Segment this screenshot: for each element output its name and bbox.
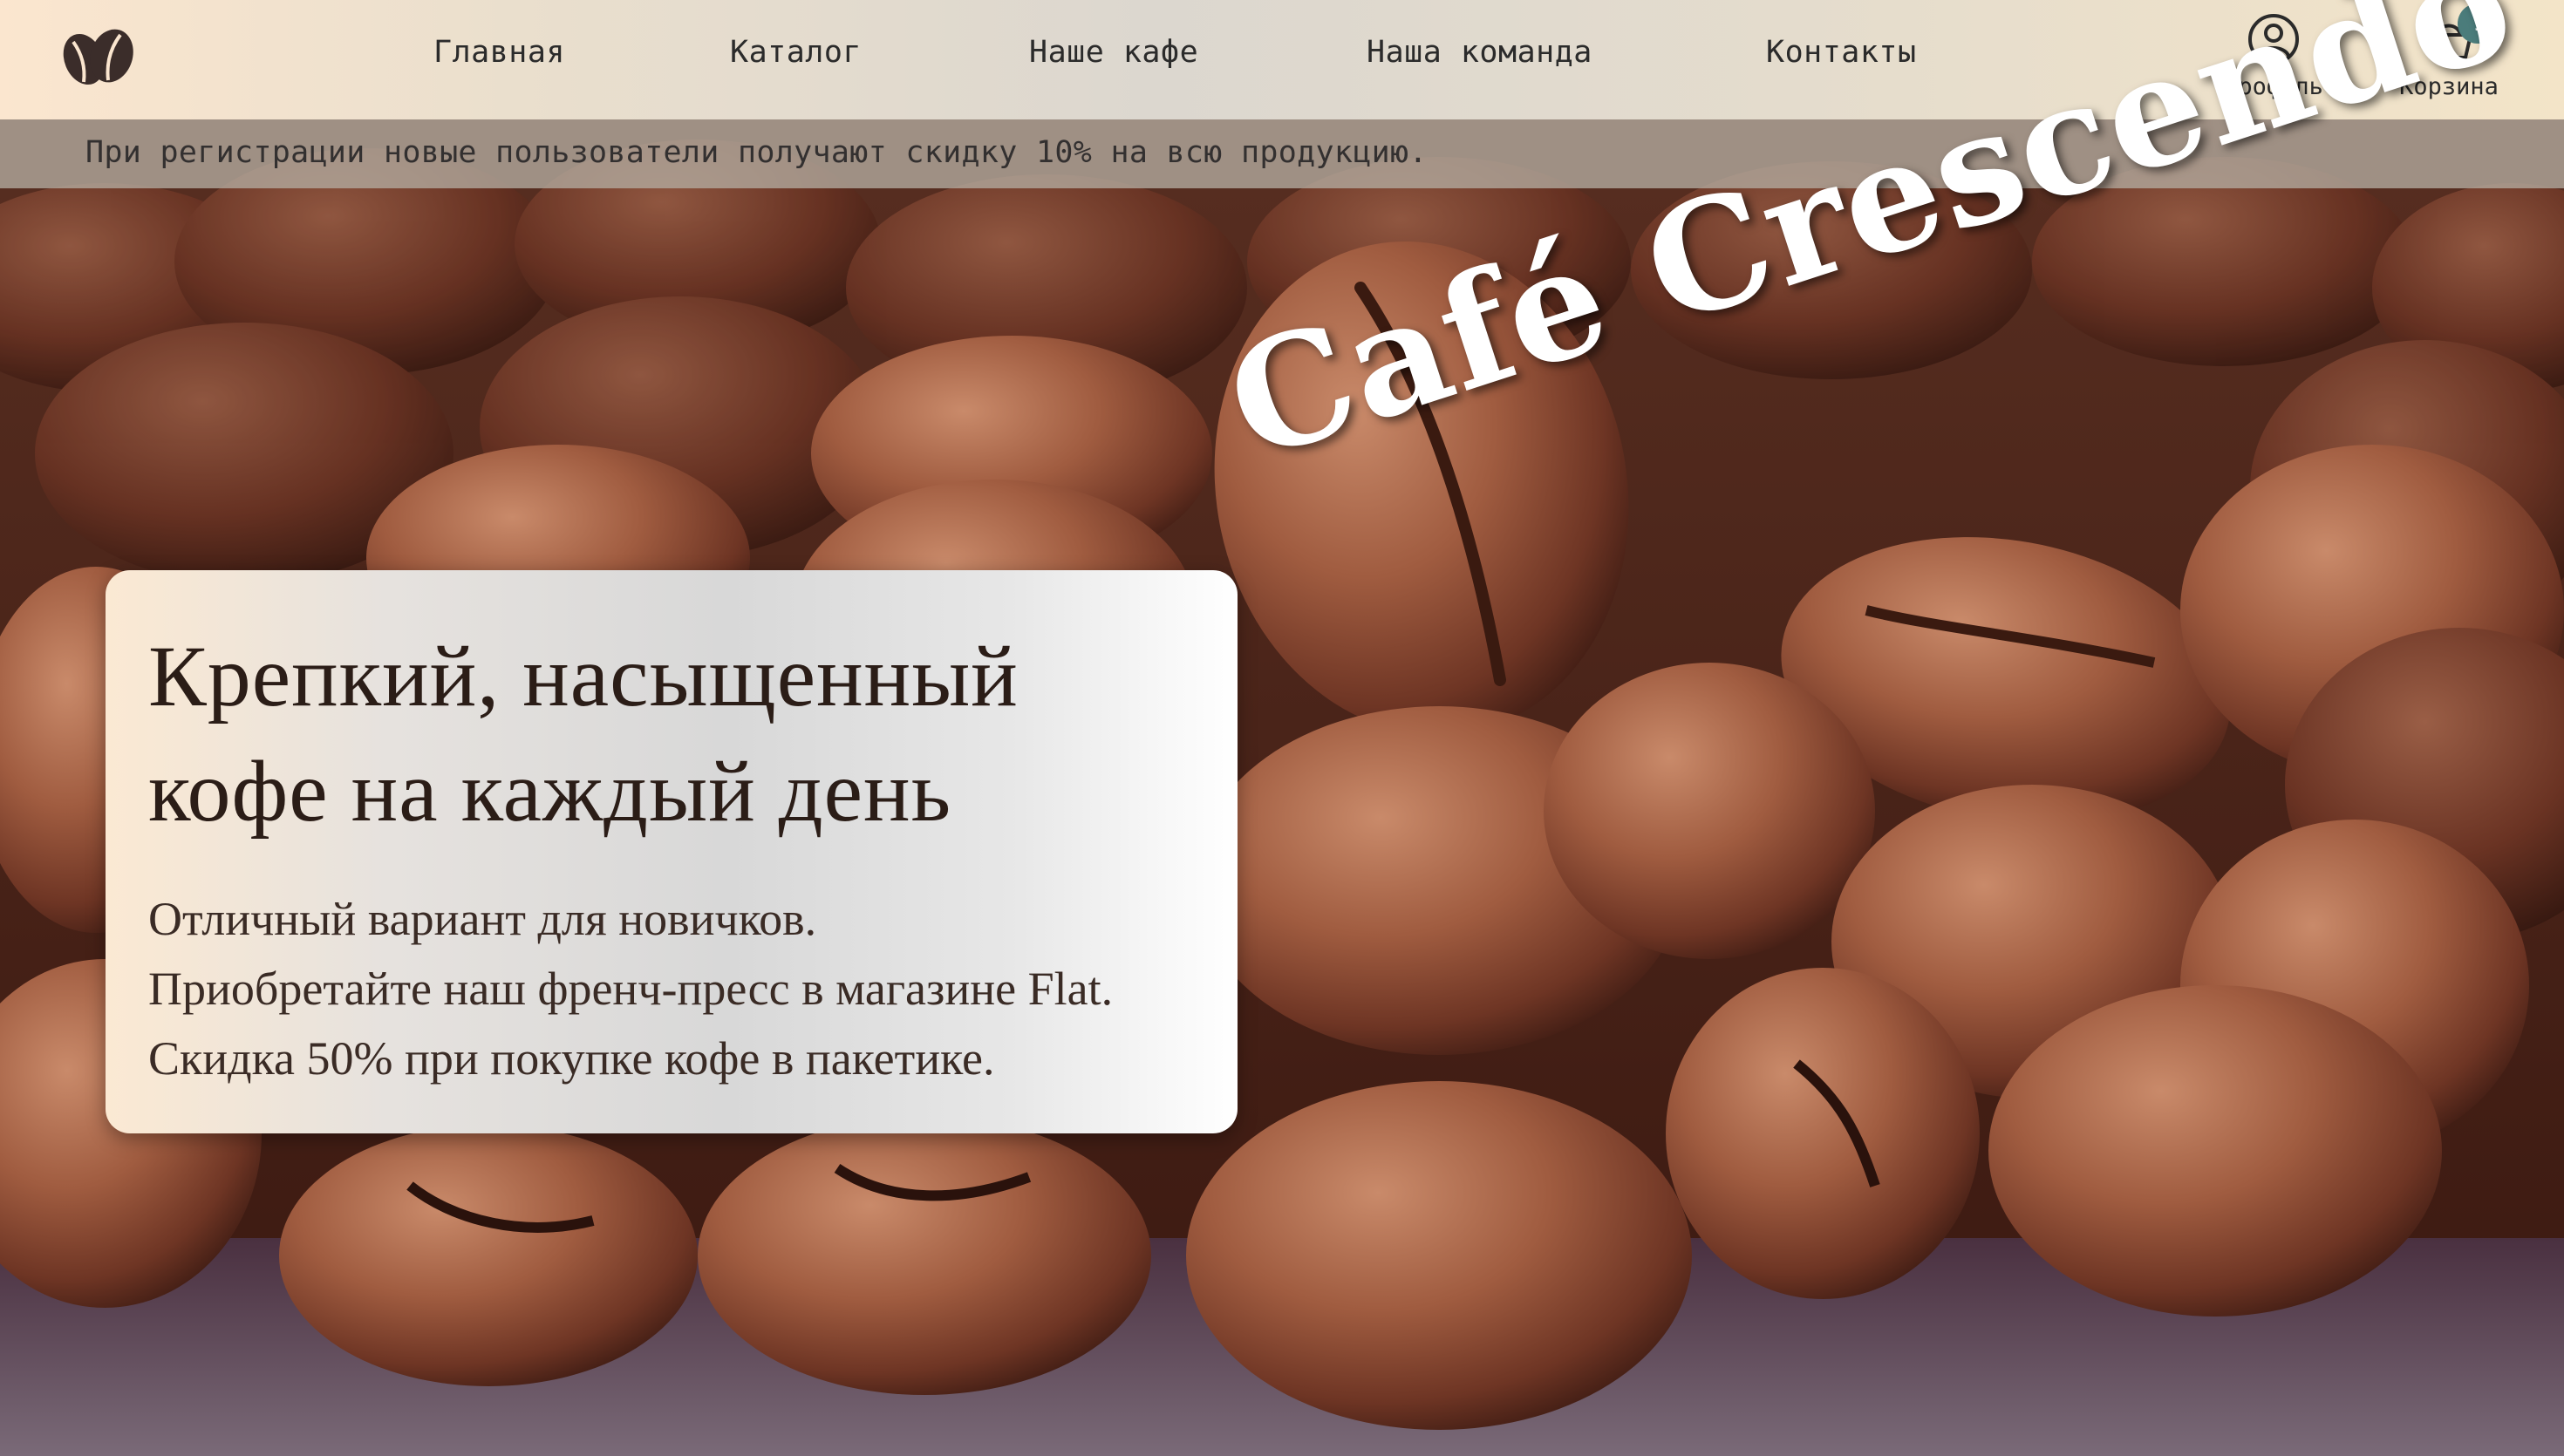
nav-our-team[interactable]: Наша команда bbox=[1367, 35, 1592, 70]
hero-heading-line-1: Крепкий, насыщенный bbox=[148, 628, 1019, 725]
nav-our-cafe[interactable]: Наше кафе bbox=[1029, 35, 1198, 70]
page: Главная Каталог Наше кафе Наша команда К… bbox=[0, 0, 2564, 1456]
hero-description: Отличный вариант для новичков. Приобрета… bbox=[148, 884, 1221, 1093]
hero-info-card: Крепкий, насыщенный кофе на каждый день … bbox=[106, 570, 1238, 1133]
coffee-beans-logo-icon[interactable] bbox=[54, 19, 141, 89]
hero-description-line: Приобретайте наш френч-пресс в магазине … bbox=[148, 963, 1114, 1015]
hero-heading: Крепкий, насыщенный кофе на каждый день bbox=[148, 619, 1212, 849]
nav-contacts[interactable]: Контакты bbox=[1766, 35, 1917, 70]
hero-heading-line-2: кофе на каждый день bbox=[148, 743, 952, 840]
hero-description-line: Отличный вариант для новичков. bbox=[148, 893, 817, 945]
hero-description-line: Скидка 50% при покупке кофе в пакетике. bbox=[148, 1032, 995, 1085]
nav-catalog[interactable]: Каталог bbox=[730, 35, 862, 70]
nav-home[interactable]: Главная bbox=[433, 35, 565, 70]
promo-text: При регистрации новые пользователи получ… bbox=[85, 135, 1428, 170]
